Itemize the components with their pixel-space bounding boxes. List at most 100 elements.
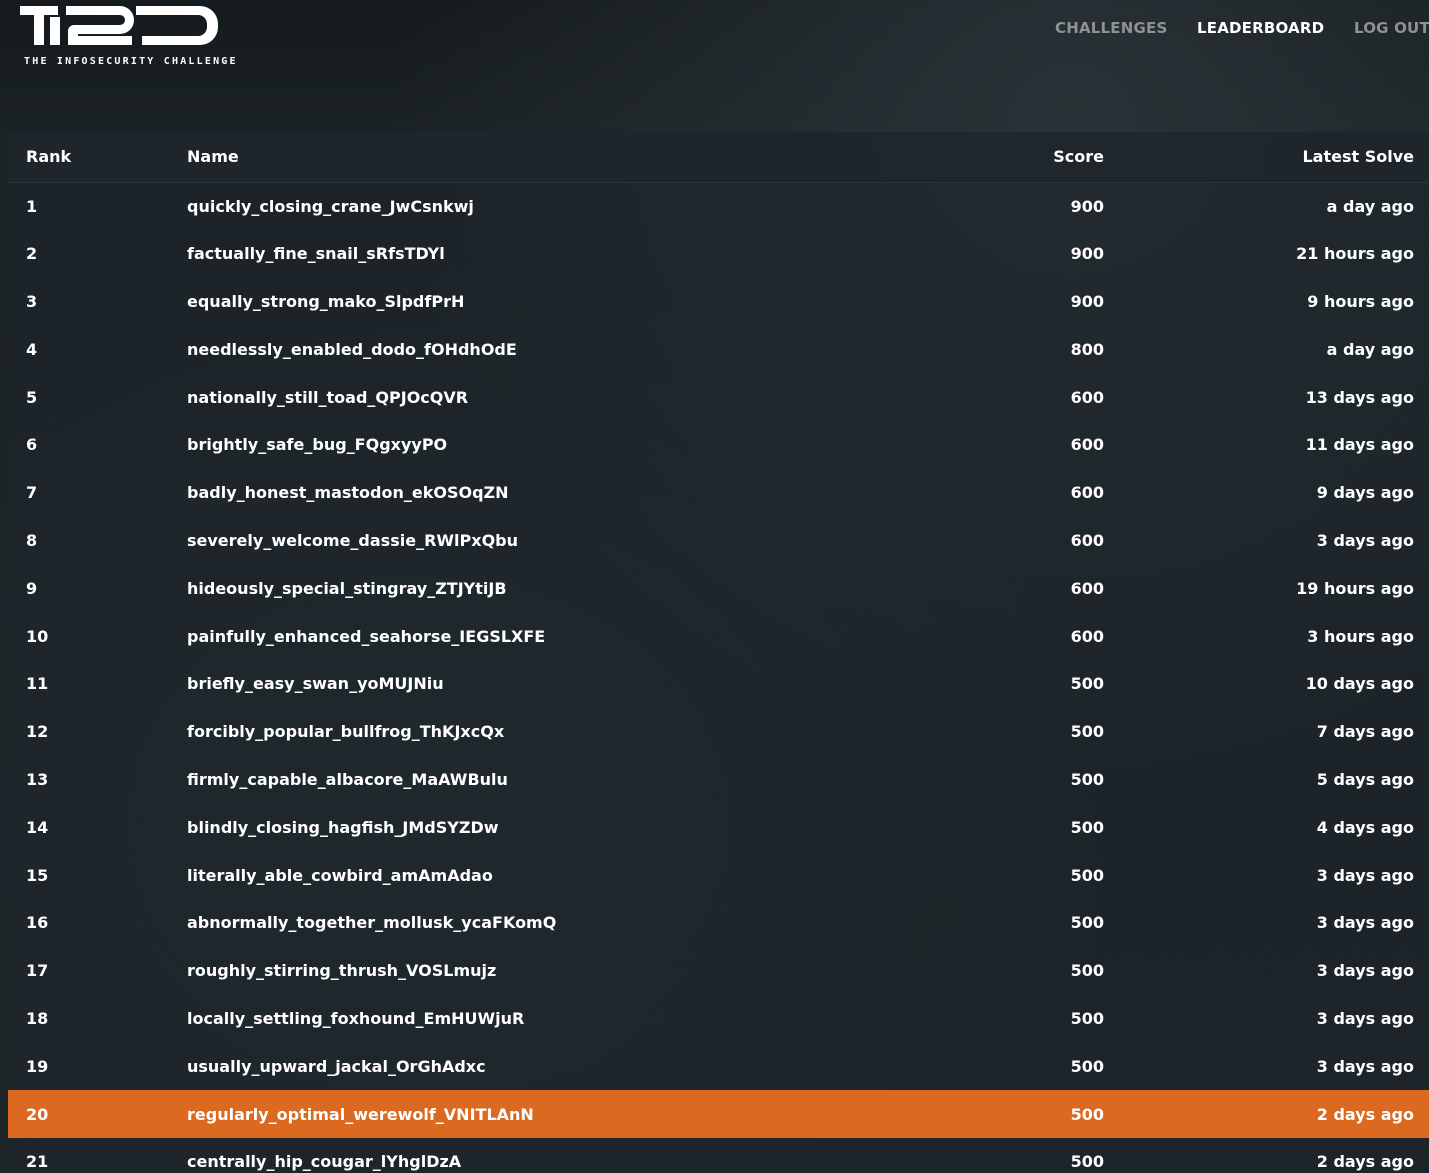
table-row: 8 severely_welcome_dassie_RWlPxQbu 600 3 da… [8,517,1429,565]
latest-solve-cell: 2 days ago [1117,1090,1429,1138]
table-header: Rank Name Score Latest Solve [8,132,1429,183]
name-cell: briefly_easy_swan_yoMUJNiu [187,674,444,694]
latest-solve-cell: 9 hours ago [1307,291,1414,311]
latest-solve-cell: 4 days ago [1316,817,1414,837]
latest-solve-cell: 3 days ago [1316,913,1414,933]
latest-solve-cell: 11 days ago [1305,435,1414,455]
latest-solve-cell: 7 days ago [1316,722,1414,742]
latest-solve-cell: a day ago [1326,339,1414,359]
latest-solve-cell: 9 days ago [1316,483,1414,503]
column-header-latest-solve[interactable]: Latest Solve [1117,132,1429,183]
score-cell: 900 [1070,244,1104,264]
column-header-score[interactable]: Score [977,132,1117,183]
rank-cell: 5 [26,387,38,407]
rank-cell: 7 [26,483,38,503]
latest-solve-cell: 19 hours ago [1296,578,1414,598]
nav-logout-link[interactable]: LOG OUT [1354,19,1429,37]
table-row: 19 usually_upward_jackal_OrGhAdxc 500 3 day… [8,1042,1429,1090]
name-cell: forcibly_popular_bullfrog_ThKJxcQx [187,722,505,742]
table-body: 1 quickly_closing_crane_JwCsnkwj 900 a day … [8,182,1429,1173]
name-cell: badly_honest_mastodon_ekOSOqZN [187,483,509,503]
name-cell: usually_upward_jackal_OrGhAdxc [187,1056,486,1076]
nav-challenges-link[interactable]: CHALLENGES [1055,19,1167,37]
name-cell: quickly_closing_crane_JwCsnkwj [187,196,474,216]
table-row: 16 abnormally_together_mollusk_ycaFKomQ 50… [8,899,1429,947]
score-cell: 600 [1070,530,1104,550]
score-cell: 500 [1070,1008,1104,1028]
latest-solve-cell: 3 days ago [1316,530,1414,550]
header-row: Rank Name Score Latest Solve [8,132,1429,183]
table-row: 15 literally_able_cowbird_amAmAdao 500 3 da… [8,851,1429,899]
rank-cell: 1 [26,196,38,216]
table-row: 1 quickly_closing_crane_JwCsnkwj 900 a day … [8,182,1429,230]
nav-leaderboard-link[interactable]: LEADERBOARD [1197,19,1324,37]
score-cell: 900 [1070,196,1104,216]
latest-solve-cell: 21 hours ago [1296,244,1414,264]
name-cell: locally_settling_foxhound_EmHUWjuR [187,1008,525,1028]
name-cell: centrally_hip_cougar_lYhglDzA [187,1152,462,1172]
rank-cell: 9 [26,578,38,598]
table-row: 5 nationally_still_toad_QPJOcQVR 600 13 day… [8,373,1429,421]
rank-cell: 16 [26,913,49,933]
score-cell: 900 [1070,291,1104,311]
leaderboard-table: Rank Name Score Latest Solve 1 quickly_cl… [8,132,1429,1173]
score-cell: 500 [1070,865,1104,885]
latest-solve-cell: 5 days ago [1316,769,1414,789]
name-cell: abnormally_together_mollusk_ycaFKomQ [187,913,557,933]
table-row: 9 hideously_special_stingray_ZTJYtiJB 600 1… [8,564,1429,612]
table-row: 3 equally_strong_mako_SlpdfPrH 900 9 hours … [8,278,1429,326]
leaderboard-table-container: Rank Name Score Latest Solve 1 quickly_cl… [8,132,1429,1173]
rank-cell: 14 [26,817,49,837]
score-cell: 500 [1070,1152,1104,1172]
name-cell: hideously_special_stingray_ZTJYtiJB [187,578,507,598]
name-cell: factually_fine_snail_sRfsTDYl [187,244,445,264]
score-cell: 600 [1070,387,1104,407]
rank-cell: 20 [8,1090,169,1138]
score-cell: 600 [1070,578,1104,598]
table-row: 2 factually_fine_snail_sRfsTDYl 900 21 hour… [8,230,1429,278]
score-cell: 600 [1070,626,1104,646]
latest-solve-cell: 3 days ago [1316,1056,1414,1076]
latest-solve-cell: 3 days ago [1316,1008,1414,1028]
rank-cell: 4 [26,339,38,359]
latest-solve-cell: 10 days ago [1305,674,1414,694]
rank-cell: 11 [26,674,49,694]
table-row: 21 centrally_hip_cougar_lYhglDzA 500 2 days… [8,1138,1429,1173]
score-cell: 500 [1070,913,1104,933]
rank-cell: 17 [26,961,49,981]
rank-cell: 18 [26,1008,49,1028]
table-row: 14 blindly_closing_hagfish_JMdSYZDw 500 4 d… [8,803,1429,851]
latest-solve-cell: 3 days ago [1316,961,1414,981]
table-row-current-user: 20 regularly_optimal_werewolf_VNITLAnN 500… [8,1090,1429,1138]
score-cell: 500 [1070,961,1104,981]
latest-solve-cell: 2 days ago [1316,1152,1414,1172]
rank-cell: 19 [26,1056,49,1076]
name-cell: blindly_closing_hagfish_JMdSYZDw [187,817,499,837]
score-cell: 500 [1070,722,1104,742]
column-header-rank[interactable]: Rank [8,132,169,183]
name-cell: literally_able_cowbird_amAmAdao [187,865,493,885]
table-row: 6 brightly_safe_bug_FQgxyyPO 600 11 days ag… [8,421,1429,469]
latest-solve-cell: 3 days ago [1316,865,1414,885]
score-cell: 500 [1070,1056,1104,1076]
score-cell: 600 [1070,435,1104,455]
rank-cell: 15 [26,865,49,885]
column-header-name[interactable]: Name [169,132,977,183]
name-cell: brightly_safe_bug_FQgxyyPO [187,435,448,455]
table-row: 4 needlessly_enabled_dodo_fOHdhOdE 800 a da… [8,325,1429,373]
latest-solve-cell: a day ago [1326,196,1414,216]
table-row: 10 painfully_enhanced_seahorse_IEGSLXFE 60… [8,612,1429,660]
rank-cell: 10 [26,626,49,646]
score-cell: 500 [1070,769,1104,789]
table-row: 18 locally_settling_foxhound_EmHUWjuR 500 3… [8,995,1429,1043]
score-cell: 600 [1070,483,1104,503]
logo-tagline: THE INFOSECURITY CHALLENGE [24,56,238,67]
rank-cell: 13 [26,769,49,789]
score-cell: 500 [977,1090,1117,1138]
rank-cell: 6 [26,435,38,455]
score-cell: 500 [1070,674,1104,694]
name-cell: painfully_enhanced_seahorse_IEGSLXFE [187,626,546,646]
name-cell: severely_welcome_dassie_RWlPxQbu [187,530,519,550]
latest-solve-cell: 13 days ago [1305,387,1414,407]
name-cell: equally_strong_mako_SlpdfPrH [187,291,465,311]
